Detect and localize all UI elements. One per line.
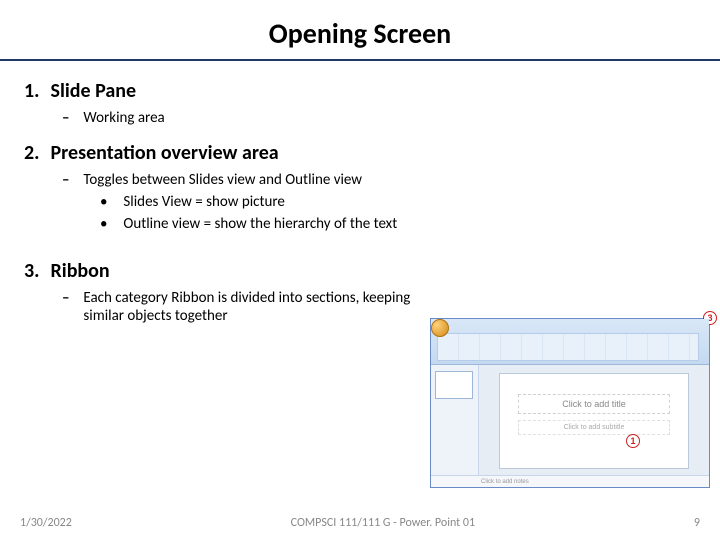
section-2-sub-1-text: Toggles between Slides view and Outline … (83, 171, 362, 189)
powerpoint-screenshot: 3 2 Click to add title Click to add subt… (430, 318, 710, 488)
section-1-number: 1. (24, 79, 46, 103)
dash-bullet: – (62, 109, 80, 127)
dot-bullet: • (100, 193, 120, 211)
section-3-sub-1-text: Each category Ribbon is divided into sec… (83, 289, 413, 325)
slide-title: Opening Screen (0, 0, 720, 61)
pp-ribbon (431, 319, 709, 365)
pp-overview-panel: 2 (431, 365, 479, 475)
section-3-heading: 3. Ribbon (24, 259, 696, 283)
slide-content: 1. Slide Pane – Working area 2. Presenta… (0, 61, 720, 325)
section-2-sub-2: • Slides View = show picture (120, 193, 696, 211)
dash-bullet: – (62, 289, 80, 307)
footer-date: 1/30/2022 (20, 516, 72, 530)
section-2-sub-2-text: Slides View = show picture (123, 193, 284, 211)
section-2-label: Presentation overview area (51, 141, 279, 165)
section-3-label: Ribbon (51, 259, 110, 283)
pp-slide-title-placeholder: Click to add title (518, 394, 670, 414)
pp-body: 2 Click to add title Click to add subtit… (431, 365, 709, 475)
footer-page: 9 (694, 516, 700, 530)
pp-notes-pane: Click to add notes (431, 475, 709, 487)
footer-center: COMPSCI 111/111 G - Power. Point 01 (291, 516, 475, 530)
section-2-number: 2. (24, 141, 46, 165)
office-orb-icon (431, 319, 449, 337)
pp-slide-subtitle-placeholder: Click to add subtitle (518, 420, 670, 435)
section-2-sub-1: – Toggles between Slides view and Outlin… (80, 171, 696, 189)
section-1-label: Slide Pane (51, 79, 137, 103)
section-3-number: 3. (24, 259, 46, 283)
slide-footer: 1/30/2022 COMPSCI 111/111 G - Power. Poi… (0, 516, 720, 530)
section-2-heading: 2. Presentation overview area (24, 141, 696, 165)
dot-bullet: • (100, 215, 120, 233)
section-1-sub-1: – Working area (80, 109, 696, 127)
section-2-sub-3-text: Outline view = show the hierarchy of the… (123, 215, 397, 233)
section-1-heading: 1. Slide Pane (24, 79, 696, 103)
pp-thumbnail (435, 371, 473, 399)
dash-bullet: – (62, 171, 80, 189)
pp-slide: Click to add title Click to add subtitle… (499, 373, 689, 469)
callout-1: 1 (626, 434, 640, 448)
section-1-sub-1-text: Working area (83, 109, 164, 127)
pp-slide-area: Click to add title Click to add subtitle… (479, 365, 709, 475)
section-2-sub-3: • Outline view = show the hierarchy of t… (120, 215, 696, 233)
